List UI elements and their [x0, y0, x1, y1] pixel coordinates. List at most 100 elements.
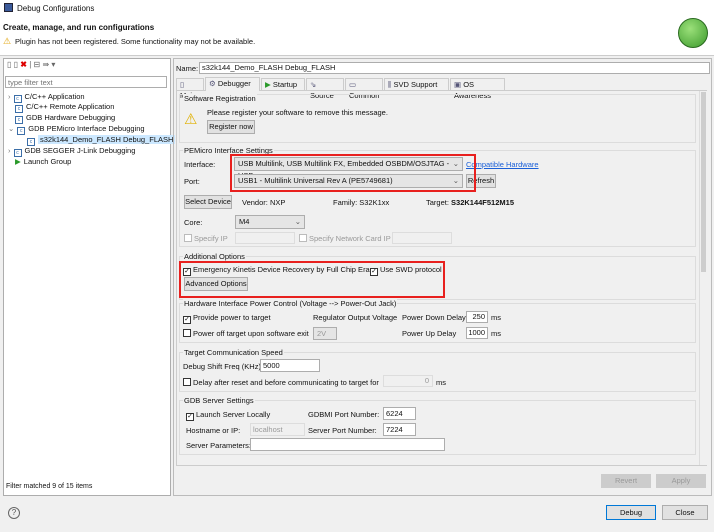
hostname-input[interactable]: localhost	[250, 423, 305, 436]
tab-svd-support[interactable]: ⫼ SVD Support	[384, 78, 449, 90]
tree-item-label: GDB PEMicro Interface Debugging	[28, 124, 145, 133]
power-down-label: Power Down Delay	[402, 313, 466, 322]
delete-icon[interactable]: ✖	[20, 60, 27, 69]
warning-icon: ⚠	[184, 111, 198, 128]
speed-title: Target Communication Speed	[183, 348, 284, 357]
tab-main[interactable]: ▯ Main	[176, 78, 204, 100]
delay-input[interactable]: 0	[383, 375, 433, 387]
power-up-label: Power Up Delay	[402, 329, 457, 338]
tab-debugger[interactable]: ⚙ Debugger	[205, 77, 260, 91]
collapse-all-icon[interactable]: ⊟	[34, 60, 41, 69]
server-port-input[interactable]: 7224	[383, 423, 416, 436]
gdbmi-input[interactable]: 6224	[383, 407, 416, 420]
register-now-button[interactable]: Register now	[207, 120, 255, 134]
vendor-text: Vendor: NXP	[242, 198, 286, 207]
freq-input[interactable]: 5000	[260, 359, 320, 372]
tab-label: SVD Support	[393, 80, 438, 89]
apply-button[interactable]: Apply	[656, 474, 706, 488]
tree-item[interactable]: c C/C++ Remote Application	[8, 102, 114, 113]
compatible-hardware-link[interactable]: Compatible Hardware	[466, 160, 539, 169]
nic-input[interactable]	[392, 232, 452, 244]
tree-item[interactable]: ▶ Launch Group	[8, 157, 71, 167]
tab-icon: ▭	[349, 80, 357, 89]
duplicate-icon[interactable]: ▯	[14, 60, 18, 69]
interface-label: Interface:	[184, 160, 216, 169]
gdb-title: GDB Server Settings	[183, 396, 255, 405]
name-input[interactable]: s32k144_Demo_FLASH Debug_FLASH	[199, 62, 710, 74]
ip-input[interactable]	[235, 232, 295, 244]
regulator-label: Regulator Output Voltage	[313, 313, 398, 322]
tree-item[interactable]: c s32k144_Demo_FLASH Debug_FLASH	[27, 135, 176, 146]
voltage-select[interactable]: 2V	[313, 327, 337, 340]
filter-status: Filter matched 9 of 15 items	[6, 483, 93, 490]
tab-os-awareness[interactable]: ▣ OS Awareness	[450, 78, 505, 100]
filter-icon[interactable]: ⇛	[42, 60, 49, 69]
power-up-input[interactable]: 1000	[466, 327, 488, 339]
power-off-checkbox[interactable]: Power off target upon software exit	[183, 329, 309, 338]
provide-power-checkbox[interactable]: ✓ Provide power to target	[183, 313, 271, 324]
chevron-down-icon: ⌄	[294, 217, 301, 226]
power-down-input[interactable]: 250	[466, 311, 488, 323]
divider	[0, 55, 714, 56]
bug-icon	[678, 18, 708, 48]
config-type-icon: c	[15, 105, 23, 113]
target-label: Target:	[426, 198, 449, 207]
chevron-right-icon[interactable]: ›	[8, 146, 11, 155]
core-value: M4	[239, 217, 250, 226]
tree-item[interactable]: ⌄ c GDB PEMicro Interface Debugging	[8, 124, 145, 135]
tab-icon: ▯	[180, 80, 185, 89]
highlight-box	[179, 261, 445, 298]
core-select[interactable]: M4 ⌄	[235, 215, 305, 229]
delay-checkbox[interactable]: Delay after reset and before communicati…	[183, 378, 379, 387]
revert-button[interactable]: Revert	[601, 474, 651, 488]
ms-unit: ms	[491, 313, 501, 322]
tree-item[interactable]: › c GDB SEGGER J-Link Debugging	[8, 146, 135, 157]
chevron-down-icon[interactable]: ⌄	[8, 124, 14, 133]
select-device-button[interactable]: Select Device	[184, 195, 232, 209]
chevron-right-icon[interactable]: ›	[8, 92, 11, 101]
config-type-icon: c	[15, 116, 23, 124]
warning-icon: ⚠	[3, 36, 12, 46]
tab-label: Startup	[272, 80, 298, 89]
tab-common[interactable]: ▭ Common	[345, 78, 383, 100]
tree-item-label: Launch Group	[23, 157, 72, 166]
tab-source[interactable]: ⇘ Source	[306, 78, 344, 100]
specify-nic-checkbox[interactable]: Specify Network Card IP	[299, 234, 391, 243]
target-text: Target: S32K144F512M15	[426, 198, 514, 207]
tab-startup[interactable]: ▶ Startup	[261, 78, 305, 90]
highlight-box	[230, 154, 476, 192]
tab-label: Debugger	[217, 79, 251, 88]
power-title: Hardware Interface Power Control (Voltag…	[183, 299, 398, 308]
ms-unit: ms	[436, 378, 446, 387]
port-label: Port:	[184, 177, 200, 186]
config-type-icon: c	[27, 138, 35, 146]
registration-title: Software Registration	[183, 94, 257, 103]
tab-icon: ⚙	[209, 79, 216, 88]
name-label: Name:	[176, 64, 199, 73]
config-type-icon: c	[13, 149, 22, 157]
header-warning: Plugin has not been registered. Some fun…	[15, 37, 256, 46]
app-icon	[4, 3, 13, 12]
close-button[interactable]: Close	[662, 505, 708, 520]
scrollbar[interactable]	[699, 91, 707, 465]
tab-icon: ⫼	[388, 80, 392, 89]
tab-icon: ⇘	[310, 80, 317, 89]
filter-input[interactable]	[5, 76, 167, 88]
debug-button[interactable]: Debug	[606, 505, 656, 520]
chevron-down-icon[interactable]: ▾	[51, 60, 55, 69]
specify-ip-checkbox[interactable]: Specify IP	[184, 234, 228, 243]
new-config-icon[interactable]: ▯	[7, 60, 11, 69]
help-icon[interactable]: ?	[8, 507, 20, 519]
family-text: Family: S32K1xx	[333, 198, 390, 207]
config-type-icon: c	[17, 127, 26, 135]
server-port-label: Server Port Number:	[308, 426, 377, 435]
server-params-input[interactable]	[250, 438, 445, 451]
tree-item[interactable]: c GDB Hardware Debugging	[8, 113, 115, 124]
tree-item-label: GDB SEGGER J-Link Debugging	[24, 146, 136, 155]
gdbmi-label: GDBMI Port Number:	[308, 410, 380, 419]
tree-item-label: GDB Hardware Debugging	[26, 113, 116, 122]
registration-message: Please register your software to remove …	[207, 108, 388, 117]
launch-server-checkbox[interactable]: ✓ Launch Server Locally	[186, 410, 270, 421]
ms-unit: ms	[491, 329, 501, 338]
server-params-label: Server Parameters:	[186, 441, 252, 450]
